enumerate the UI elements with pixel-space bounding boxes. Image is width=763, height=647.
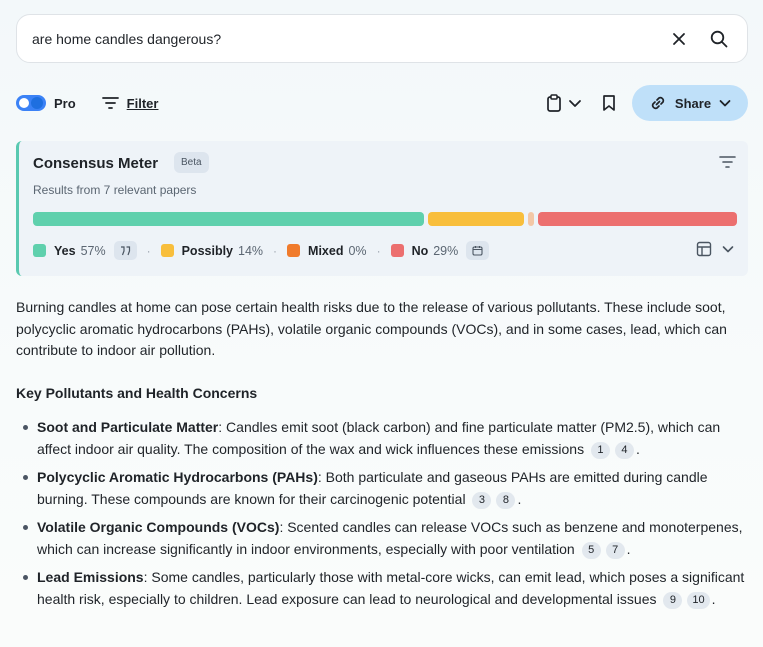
link-icon: [651, 96, 665, 110]
bookmark-icon: [603, 95, 615, 111]
legend-percent: 57%: [80, 243, 106, 258]
meter-subtitle: Results from 7 relevant papers: [33, 183, 197, 197]
search-icon: [710, 30, 728, 47]
share-button[interactable]: Share: [632, 85, 748, 121]
quote-button[interactable]: [113, 241, 137, 260]
citation-badge[interactable]: 4: [614, 441, 634, 459]
filter-button[interactable]: Filter: [101, 95, 159, 111]
calendar-icon: [472, 246, 483, 256]
consensus-bar: [33, 212, 737, 226]
search-bar[interactable]: are home candles dangerous?: [16, 14, 748, 63]
consensus-legend: Yes 57% · Possibly 14% · Mixed 0% · No 2…: [33, 241, 490, 260]
meter-filter-button[interactable]: [719, 155, 736, 174]
bar-segment-mixed: [528, 212, 535, 226]
legend-percent: 14%: [238, 243, 264, 258]
list-item: Lead Emissions: Some candles, particular…: [16, 567, 746, 610]
legend-percent: 29%: [433, 243, 459, 258]
list-item: Soot and Particulate Matter: Candles emi…: [16, 417, 746, 460]
legend-no: No 29%: [390, 241, 490, 260]
citation-badge[interactable]: 9: [663, 591, 683, 609]
beta-badge: Beta: [174, 152, 209, 173]
list-item: Volatile Organic Compounds (VOCs): Scent…: [16, 517, 746, 560]
list-item: Polycyclic Aromatic Hydrocarbons (PAHs):…: [16, 467, 746, 510]
legend-label: Yes: [54, 243, 76, 258]
pro-toggle[interactable]: [16, 95, 46, 111]
filter-icon: [719, 156, 736, 168]
copy-menu-button[interactable]: [546, 94, 582, 112]
legend-swatch: [287, 244, 301, 257]
chevron-down-icon: [719, 100, 731, 107]
legend-percent: 0%: [348, 243, 367, 258]
legend-swatch: [390, 244, 404, 257]
clipboard-icon: [547, 94, 561, 112]
meter-title: Consensus Meter: [33, 155, 159, 172]
legend-label: No: [411, 243, 429, 258]
bar-segment-no: [538, 212, 737, 226]
legend-swatch: [33, 244, 46, 257]
citation-badge[interactable]: 3: [472, 491, 492, 509]
consensus-meter: Consensus Meter Beta Results from 7 rele…: [16, 141, 748, 276]
citation-badge[interactable]: 1: [590, 441, 610, 459]
citation-badge[interactable]: 8: [496, 491, 516, 509]
filter-icon: [101, 97, 119, 109]
bar-segment-yes: [33, 212, 425, 226]
search-input[interactable]: are home candles dangerous?: [32, 31, 653, 47]
filter-label: Filter: [126, 95, 159, 111]
pollutant-list: Soot and Particulate Matter: Candles emi…: [16, 417, 746, 617]
share-label: Share: [674, 95, 712, 111]
legend-possibly: Possibly 14%: [160, 243, 264, 258]
close-icon: [673, 32, 685, 45]
view-toggle-button[interactable]: [696, 241, 734, 257]
chevron-down-icon: [722, 246, 734, 253]
answer-intro: Burning candles at home can pose certain…: [16, 299, 727, 358]
legend-swatch: [160, 244, 174, 257]
calendar-button[interactable]: [466, 241, 490, 260]
legend-mixed: Mixed 0%: [287, 244, 367, 258]
table-icon: [696, 241, 712, 257]
section-title: Key Pollutants and Health Concerns: [16, 385, 258, 401]
legend-yes: Yes 57%: [33, 241, 137, 260]
search-button[interactable]: [705, 25, 733, 53]
legend-label: Mixed: [308, 243, 344, 258]
bookmark-button[interactable]: [602, 94, 616, 112]
citation-badge[interactable]: 10: [687, 591, 710, 609]
pro-label: Pro: [54, 95, 76, 111]
citation-badge[interactable]: 7: [605, 541, 625, 559]
chevron-down-icon: [569, 100, 581, 107]
bar-segment-possibly: [428, 212, 525, 226]
quote-icon: [120, 245, 130, 255]
legend-label: Possibly: [181, 243, 234, 258]
toolbar: Pro Filter Share: [16, 84, 748, 122]
citation-badge[interactable]: 5: [581, 541, 601, 559]
clear-search-button[interactable]: [665, 25, 693, 53]
